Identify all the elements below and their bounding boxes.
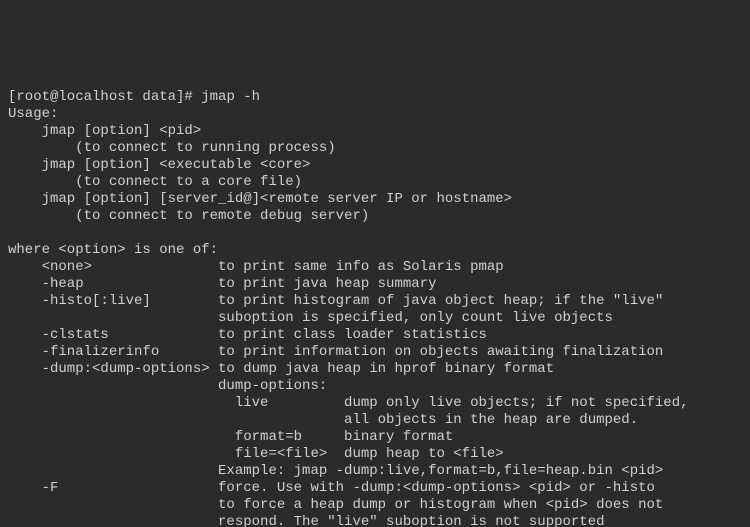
option-force-cont: to force a heap dump or histogram when <… [8, 497, 663, 513]
usage-line: (to connect to running process) [8, 140, 336, 156]
prompt-command[interactable]: jmap -h [201, 89, 260, 105]
option-dump-live: live dump only live objects; if not spec… [8, 395, 689, 411]
usage-line: jmap [option] <executable <core> [8, 157, 310, 173]
usage-line: (to connect to a core file) [8, 174, 302, 190]
option-heap: -heap to print java heap summary [8, 276, 436, 292]
option-dump-format: format=b binary format [8, 429, 453, 445]
usage-line: (to connect to remote debug server) [8, 208, 369, 224]
option-dump-file: file=<file> dump heap to <file> [8, 446, 504, 462]
option-dump-header: dump-options: [8, 378, 327, 394]
option-dump-example: Example: jmap -dump:live,format=b,file=h… [8, 463, 663, 479]
option-force-cont: respond. The "live" suboption is not sup… [8, 514, 605, 527]
option-histo: -histo[:live] to print histogram of java… [8, 293, 663, 309]
where-header: where <option> is one of: [8, 242, 218, 258]
usage-line: jmap [option] <pid> [8, 123, 201, 139]
option-finalizerinfo: -finalizerinfo to print information on o… [8, 344, 663, 360]
usage-line: jmap [option] [server_id@]<remote server… [8, 191, 512, 207]
option-force: -F force. Use with -dump:<dump-options> … [8, 480, 655, 496]
option-dump-live-cont: all objects in the heap are dumped. [8, 412, 638, 428]
option-none: <none> to print same info as Solaris pma… [8, 259, 504, 275]
prompt-user-host: [root@localhost data]# [8, 89, 193, 105]
option-dump: -dump:<dump-options> to dump java heap i… [8, 361, 554, 377]
option-clstats: -clstats to print class loader statistic… [8, 327, 487, 343]
terminal-output: [root@localhost data]# jmap -h Usage: jm… [0, 85, 750, 527]
usage-header: Usage: [8, 106, 58, 122]
option-histo-cont: suboption is specified, only count live … [8, 310, 613, 326]
